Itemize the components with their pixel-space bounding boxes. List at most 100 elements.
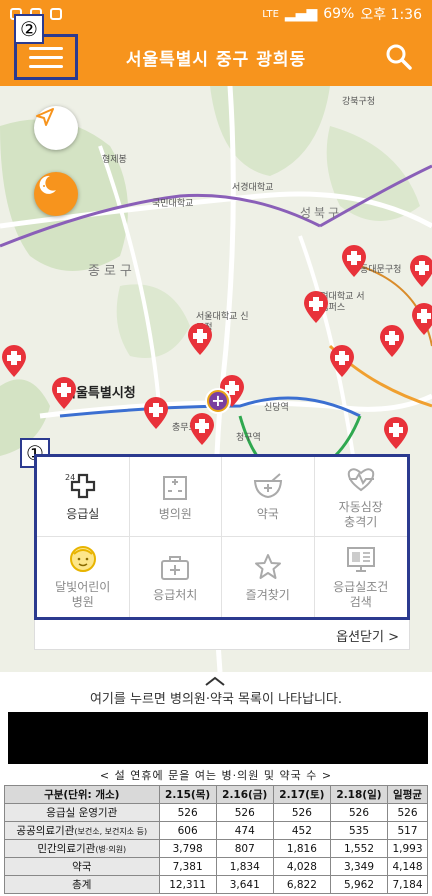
image-icon: [50, 8, 62, 20]
table-cell: 4,148: [387, 857, 428, 876]
chevron-up-icon: [205, 676, 225, 686]
hospital-pin-icon: [410, 255, 432, 287]
facility-menu-panel: 24 응급실 병의원 약국 자동심장 충격기 달빛어린이 병원 응급처치 즐겨찾…: [34, 454, 410, 620]
map-label: 신당역: [264, 403, 289, 413]
menu-er-condition-search[interactable]: 응급실조건 검색: [315, 537, 408, 617]
menu-label: 응급처치: [153, 587, 198, 602]
table-cell: 1,552: [329, 839, 389, 858]
hospital-pin[interactable]: [382, 416, 410, 450]
menu-label: 자동심장 충격기: [338, 499, 383, 529]
network-indicator: LTE: [262, 8, 279, 20]
table-title: < 설 연휴에 문을 여는 병·의원 및 약국 수 >: [99, 769, 333, 782]
callout-menu: ②: [14, 14, 44, 44]
row-label: 총계: [4, 875, 160, 894]
table-cell: 474: [215, 821, 274, 840]
hospital-pin-icon: [412, 303, 432, 335]
hospital-pin[interactable]: [408, 254, 432, 288]
table-row: 민간의료기관(병·의원) 3,798 807 1,816 1,552 1,993: [4, 839, 428, 858]
menu-moonlight-child-hospital[interactable]: 달빛어린이 병원: [37, 537, 130, 617]
battery-text: 69%: [323, 6, 355, 22]
table-cell: 7,381: [158, 857, 217, 876]
menu-emergency-room[interactable]: 24 응급실: [37, 457, 130, 537]
menu-label: 즐겨찾기: [245, 587, 290, 602]
menu-hospital[interactable]: 병의원: [129, 457, 222, 537]
table-cell: 6,822: [272, 875, 331, 894]
map-label: 형제봉: [102, 155, 127, 165]
hint-text: 여기를 누르면 병의원·약국 목록이 나타납니다.: [89, 692, 343, 707]
row-label: 민간의료기관(병·의원): [4, 839, 160, 858]
location-title: 서울특별시 중구 광희동: [125, 49, 307, 70]
table-cell: 807: [215, 839, 274, 858]
mortar-icon: [253, 473, 282, 499]
heartbeat-icon: [347, 467, 374, 491]
table-row: 약국 7,381 1,834 4,028 3,349 4,148: [4, 857, 428, 876]
hospital-icon: [163, 476, 188, 500]
table-cell: 526: [272, 803, 331, 822]
row-label: 응급실 운영기관: [4, 803, 160, 822]
map-label: 종로구: [88, 264, 136, 279]
table-row: 공공의료기관(보건소, 보건지소 등) 606 474 452 535 517: [4, 821, 428, 840]
table-body: 응급실 운영기관 526 526 526 526 526 공공의료기관(보건소, 보건지소 …: [4, 803, 428, 894]
menu-favorites[interactable]: 즐겨찾기: [222, 537, 315, 617]
hospital-pin[interactable]: [340, 244, 368, 278]
hospital-pin[interactable]: [410, 302, 432, 336]
search-icon[interactable]: [384, 42, 414, 72]
table-cell: 526: [158, 803, 217, 822]
monitor-icon: [346, 547, 375, 572]
hospital-pin-icon: [342, 245, 366, 277]
navigation-arrow-icon: [36, 108, 54, 126]
app-bar: 서울특별시 중구 광희동: [0, 28, 432, 86]
hospital-pin-icon: [188, 323, 212, 355]
table-cell: 517: [387, 821, 428, 840]
menu-pharmacy[interactable]: 약국: [222, 457, 315, 537]
svg-text:24: 24: [65, 473, 75, 482]
table-header: 2.17(토): [272, 785, 331, 804]
table-header: 2.15(목): [158, 785, 217, 804]
options-close-button[interactable]: 옵션닫기 >: [336, 626, 399, 645]
menu-label: 약국: [256, 507, 279, 521]
table-header: 일평균: [387, 785, 428, 804]
hospital-pin[interactable]: [302, 290, 330, 324]
menu-label: 달빛어린이 병원: [55, 580, 111, 609]
hospital-pin-icon: [190, 413, 214, 445]
row-label: 공공의료기관(보건소, 보건지소 등): [4, 821, 160, 840]
hospital-pin-icon: [384, 417, 408, 449]
table-cell: 1,834: [215, 857, 274, 876]
hospital-pin[interactable]: [50, 376, 78, 410]
current-location-marker[interactable]: +: [205, 388, 231, 414]
list-toggle-bar[interactable]: 여기를 누르면 병의원·약국 목록이 나타납니다.: [0, 672, 432, 710]
hospital-pin-icon: [52, 377, 76, 409]
table-cell: 7,184: [387, 875, 428, 894]
table-cell: 1,993: [387, 839, 428, 858]
hospital-pin-icon: [330, 345, 354, 377]
my-location-button[interactable]: [34, 106, 78, 150]
hospital-pin[interactable]: [188, 412, 216, 446]
table-header: 구분(단위: 개소): [4, 785, 160, 804]
hospital-pin[interactable]: [0, 344, 28, 378]
menu-aed[interactable]: 자동심장 충격기: [314, 457, 407, 537]
hospital-pin-icon: [144, 397, 168, 429]
options-row: 옵션닫기 >: [34, 620, 410, 650]
hospital-pin[interactable]: [328, 344, 356, 378]
table-cell: 5,962: [329, 875, 389, 894]
hospital-pin[interactable]: [142, 396, 170, 430]
hospital-pin[interactable]: [186, 322, 214, 356]
table-header: 2.18(일): [329, 785, 389, 804]
table-cell: 535: [329, 821, 389, 840]
night-mode-button[interactable]: [34, 172, 78, 216]
hospital-pin[interactable]: [378, 324, 406, 358]
moon-icon: [39, 175, 56, 194]
menu-label: 응급실: [66, 507, 100, 521]
first-aid-kit-icon: [161, 555, 190, 580]
table-cell: 526: [215, 803, 274, 822]
table-cell: 606: [158, 821, 217, 840]
table-cell: 3,349: [329, 857, 389, 876]
menu-label: 병의원: [158, 507, 192, 521]
star-icon: [254, 553, 281, 579]
cross-icon: 24: [65, 473, 95, 499]
map-label: 강북구청: [342, 97, 376, 107]
table-cell: 3,798: [158, 839, 217, 858]
table-header-row: 구분(단위: 개소) 2.15(목) 2.16(금) 2.17(토) 2.18(…: [4, 785, 428, 804]
menu-first-aid[interactable]: 응급처치: [130, 537, 222, 617]
map-label: 성북구: [300, 206, 343, 220]
